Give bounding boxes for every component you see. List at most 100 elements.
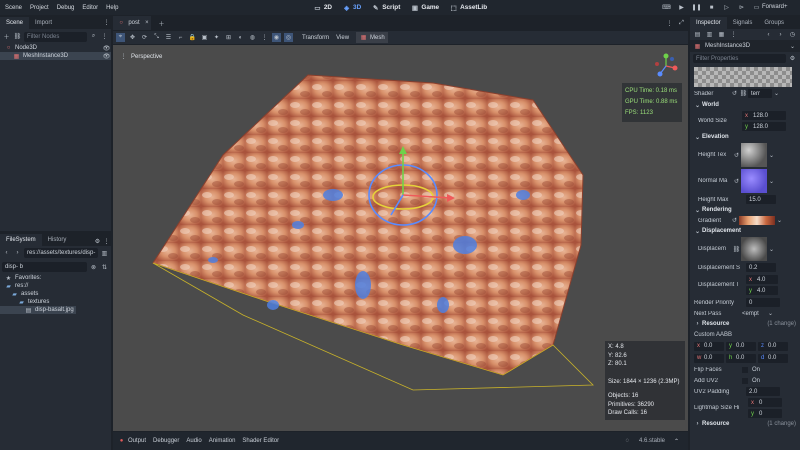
menu-help[interactable]: Help <box>106 5 118 11</box>
section-rendering[interactable]: ⌄ Rendering <box>690 205 800 215</box>
update-spinner-icon[interactable]: ◌ <box>623 437 632 446</box>
section-resource-2[interactable]: › Resource (1 change) <box>690 419 800 429</box>
chevron-down-icon[interactable]: ⌄ <box>767 245 776 254</box>
add-node-icon[interactable]: ＋ <box>2 32 11 41</box>
toggle-panel-icon[interactable]: ⌃ <box>672 437 681 446</box>
section-world[interactable]: ⌄ World <box>690 100 800 110</box>
gradient-preview[interactable] <box>739 216 775 225</box>
move-mode-icon[interactable]: ✥ <box>128 33 137 42</box>
shader-picker[interactable]: terr <box>748 89 772 98</box>
fs-textures[interactable]: ▰ textures <box>0 298 111 306</box>
aabb-w[interactable]: w 0.0 <box>694 353 724 363</box>
aabb-d[interactable]: d 0.0 <box>758 353 788 363</box>
more-icon[interactable]: ⋮ <box>102 237 111 246</box>
aabb-z[interactable]: z 0.0 <box>758 341 788 351</box>
ruler-icon[interactable]: ⌐ <box>176 33 185 42</box>
menu-scene[interactable]: Scene <box>5 5 22 11</box>
distraction-free-icon[interactable]: ⤢ <box>677 19 686 28</box>
tab-groups[interactable]: Groups <box>758 17 790 29</box>
next-pass-picker[interactable]: <empt <box>742 311 766 317</box>
close-icon[interactable]: × <box>143 19 151 28</box>
add-tab-icon[interactable]: ＋ <box>157 19 166 28</box>
environment-icon[interactable]: ◍ <box>248 33 257 42</box>
checkbox[interactable] <box>742 366 748 373</box>
section-displacement[interactable]: ⌄ Displacement <box>690 226 800 236</box>
inspector-object[interactable]: ▦ MeshInstance3D ⌄ <box>690 40 800 52</box>
reset-icon[interactable]: ↺ <box>732 151 741 160</box>
play-icon[interactable]: ▶ <box>677 3 686 12</box>
tab-animation[interactable]: Animation <box>209 438 236 444</box>
fs-path-input[interactable]: res://assets/textures/disp- <box>24 248 98 258</box>
scene-tab-post[interactable]: ○ post × <box>113 16 151 30</box>
uv2-padding-input[interactable]: 2.0 <box>746 387 780 396</box>
render-priority-input[interactable]: 0 <box>746 298 780 307</box>
bone-icon[interactable]: ✦ <box>212 33 221 42</box>
menu-editor[interactable]: Editor <box>82 5 98 11</box>
lightmap-x[interactable]: x0 <box>748 398 782 407</box>
world-size-y[interactable]: y 128.0 <box>742 122 786 131</box>
reset-icon[interactable]: ↺ <box>730 216 739 225</box>
scale-mode-icon[interactable]: ⤡ <box>152 33 161 42</box>
history-back-icon[interactable]: ‹ <box>764 30 773 39</box>
aabb-h[interactable]: h 0.0 <box>726 353 756 363</box>
chevron-down-icon[interactable]: ⌄ <box>775 216 784 225</box>
tab-inspector[interactable]: Inspector <box>690 17 727 29</box>
more-icon[interactable]: ⋮ <box>665 19 674 28</box>
settings-icon[interactable]: ⚙ <box>788 54 797 63</box>
snap-icon[interactable]: ⊞ <box>224 33 233 42</box>
link-icon[interactable]: ⛓ <box>739 89 748 98</box>
perspective-menu[interactable]: ⋮ Perspective <box>119 52 163 61</box>
fs-filter-input[interactable]: disp- b <box>2 262 87 272</box>
aabb-y[interactable]: y 0.0 <box>726 341 756 351</box>
play-scene-icon[interactable]: ▷ <box>722 3 731 12</box>
split-icon[interactable]: ▥ <box>100 249 109 258</box>
extra-icon[interactable]: ⋮ <box>729 30 738 39</box>
filter-properties-input[interactable]: Filter Properties <box>693 54 786 63</box>
transform-menu[interactable]: Transform <box>302 35 329 41</box>
back-icon[interactable]: ‹ <box>2 249 11 258</box>
more-icon[interactable]: ⋮ <box>102 18 111 27</box>
settings-icon[interactable]: ⚙ <box>93 237 102 246</box>
lock-icon[interactable]: 🔒 <box>188 33 197 42</box>
displacement-strength-slider[interactable]: 0.2 <box>746 263 776 272</box>
checkbox[interactable] <box>742 377 748 384</box>
workspace-script[interactable]: ✎ Script <box>371 3 400 12</box>
chevron-down-icon[interactable]: ⌄ <box>767 151 776 160</box>
load-resource-icon[interactable]: ▥ <box>705 30 714 39</box>
clear-icon[interactable]: ⊗ <box>89 263 98 272</box>
tab-debugger[interactable]: Debugger <box>153 438 179 444</box>
chevron-down-icon[interactable]: ⌄ <box>772 89 781 98</box>
displacement-thumb[interactable] <box>741 237 767 261</box>
search-icon[interactable]: ⌕ <box>89 32 98 41</box>
view-menu[interactable]: View <box>336 35 349 41</box>
tab-shader-editor[interactable]: Shader Editor <box>242 438 279 444</box>
tiling-x[interactable]: x 4.0 <box>746 275 778 284</box>
tab-import[interactable]: Import <box>29 17 58 29</box>
fs-file-disp-basalt[interactable]: ▤ disp-basalt.jpg <box>0 306 76 314</box>
view-gizmo[interactable] <box>653 53 679 79</box>
renderer-select[interactable]: Forward+ <box>762 4 788 10</box>
local-space-icon[interactable]: ◉ <box>272 33 281 42</box>
workspace-assetlib[interactable]: ⬚ AssetLib <box>449 3 488 12</box>
use-snap-icon[interactable]: ◎ <box>284 33 293 42</box>
chevron-down-icon[interactable]: ⌄ <box>766 309 775 318</box>
history-icon[interactable]: ◷ <box>788 30 797 39</box>
mesh-menu[interactable]: ▦ Mesh <box>356 32 388 43</box>
tab-history[interactable]: History <box>42 234 73 246</box>
lightmap-y[interactable]: y0 <box>748 409 782 418</box>
fs-favorites[interactable]: ★ Favorites: <box>0 274 111 282</box>
workspace-game[interactable]: ▣ Game <box>410 3 439 12</box>
forward-icon[interactable]: › <box>13 249 22 258</box>
tab-audio[interactable]: Audio <box>186 438 201 444</box>
history-forward-icon[interactable]: › <box>776 30 785 39</box>
tree-meshinstance3d[interactable]: ▦ MeshInstance3D 👁 <box>0 52 111 60</box>
normal-map-thumb[interactable] <box>741 169 767 193</box>
menu-project[interactable]: Project <box>30 5 49 11</box>
group-icon[interactable]: ▣ <box>200 33 209 42</box>
scene-filter-input[interactable]: Filter Nodes <box>24 31 87 42</box>
height-texture-thumb[interactable] <box>741 143 767 167</box>
rotate-mode-icon[interactable]: ⟳ <box>140 33 149 42</box>
chevron-down-icon[interactable]: ⌄ <box>767 177 776 186</box>
more-icon[interactable]: ⋮ <box>100 32 109 41</box>
tiling-y[interactable]: y 4.0 <box>746 286 778 295</box>
